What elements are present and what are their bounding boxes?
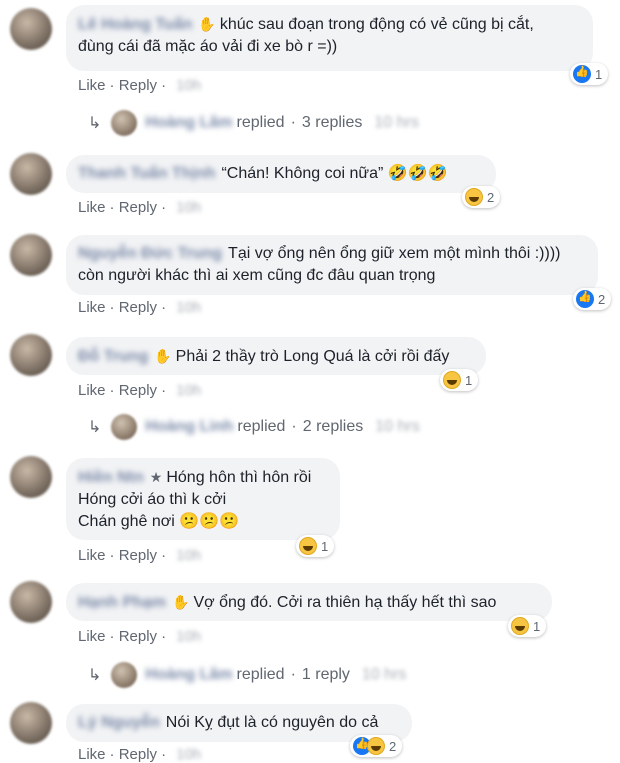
like-link[interactable]: Like bbox=[78, 299, 106, 316]
comment-text: Hóng cởi áo thì k cởi bbox=[78, 491, 227, 508]
avatar bbox=[111, 662, 138, 688]
comment-text: Nói Kỵ đụt là có nguyên do cả bbox=[165, 714, 379, 731]
timestamp[interactable]: 10h bbox=[176, 382, 201, 399]
reply-link[interactable]: Reply bbox=[119, 382, 157, 399]
comment-bubble: Nguyễn Đức Trung Tại vợ ổng nên ổng giữ x… bbox=[66, 235, 598, 295]
comment-text: đùng cái đã mặc áo vải đi xe bò r =)) bbox=[78, 38, 338, 55]
timestamp: 10 hrs bbox=[375, 418, 420, 435]
commenter-name[interactable]: Lê Hoàng Tuấn bbox=[78, 14, 192, 36]
haha-reaction-icon bbox=[465, 188, 483, 206]
reaction-count[interactable]: 1 bbox=[440, 369, 479, 391]
like-link[interactable]: Like bbox=[78, 382, 106, 399]
commenter-name[interactable]: Lý Nguyễn bbox=[78, 712, 160, 734]
comment-actions: Like · Reply · 10h bbox=[78, 299, 202, 316]
timestamp: 10 hrs bbox=[374, 114, 419, 131]
comment-actions: Like · Reply · 10h bbox=[78, 628, 202, 645]
reply-link[interactable]: Reply bbox=[119, 547, 157, 564]
comment-actions: Like · Reply · 10h bbox=[78, 382, 202, 399]
avatar[interactable] bbox=[10, 153, 52, 195]
comment-bubble: Lê Hoàng Tuấn ✋ khúc sau đoạn trong động c… bbox=[66, 5, 593, 71]
like-link[interactable]: Like bbox=[78, 199, 106, 216]
timestamp[interactable]: 10h bbox=[176, 628, 201, 645]
like-link[interactable]: Like bbox=[78, 628, 106, 645]
avatar[interactable] bbox=[10, 234, 52, 276]
reaction-count[interactable]: 1 bbox=[508, 615, 547, 637]
reply-arrow-icon: ↳ bbox=[88, 419, 102, 436]
comment-text: khúc sau đoạn trong động có vẻ cũng bị c… bbox=[219, 16, 534, 33]
reply-link[interactable]: Reply bbox=[119, 746, 157, 763]
comment-text: Phải 2 thầy trò Long Quá là cởi rồi đấy bbox=[175, 348, 450, 365]
reaction-count[interactable]: 2 bbox=[573, 288, 612, 310]
commenter-name[interactable]: Hạnh Phạm bbox=[78, 592, 166, 614]
replier-name: Hoàng Lâm bbox=[145, 666, 233, 683]
reply-arrow-icon: ↳ bbox=[88, 667, 102, 684]
avatar[interactable] bbox=[10, 8, 52, 50]
reply-count: 1 reply bbox=[301, 666, 350, 683]
comment-text: “Chán! Không coi nữa” 🤣🤣🤣 bbox=[221, 165, 448, 182]
avatar[interactable] bbox=[10, 702, 52, 744]
replies-row[interactable]: ↳ Hoàng Lâm replied · 1 reply 10 hrs bbox=[88, 662, 406, 688]
comment-actions: Like · Reply · 10h bbox=[78, 746, 202, 763]
replier-name: Hoàng Lâm bbox=[145, 114, 233, 131]
reply-link[interactable]: Reply bbox=[119, 628, 157, 645]
timestamp[interactable]: 10h bbox=[176, 199, 201, 216]
avatar[interactable] bbox=[10, 334, 52, 376]
haha-reaction-icon bbox=[443, 371, 461, 389]
replied-label: replied bbox=[236, 114, 285, 131]
comment-bubble: Hiền Ntn ★ Hóng hôn thì hôn rồi Hóng cởi á… bbox=[66, 458, 340, 540]
like-link[interactable]: Like bbox=[78, 547, 106, 564]
avatar[interactable] bbox=[10, 456, 52, 498]
replies-row[interactable]: ↳ Hoàng Linh replied · 2 replies 10 hrs bbox=[88, 414, 420, 440]
comment-text: Vợ ổng đó. Cởi ra thiên hạ thấy hết thì … bbox=[193, 594, 497, 611]
timestamp[interactable]: 10h bbox=[176, 547, 201, 564]
comment-actions: Like · Reply · 10h bbox=[78, 199, 202, 216]
haha-reaction-icon bbox=[511, 617, 529, 635]
reply-arrow-icon: ↳ bbox=[88, 115, 102, 132]
reply-count: 3 replies bbox=[301, 114, 363, 131]
haha-reaction-icon bbox=[367, 737, 385, 755]
reply-link[interactable]: Reply bbox=[119, 199, 157, 216]
commenter-name[interactable]: Hiền Ntn bbox=[78, 467, 144, 489]
reaction-count[interactable]: 1 bbox=[570, 63, 609, 85]
reply-link[interactable]: Reply bbox=[119, 299, 157, 316]
reaction-count[interactable]: 2 bbox=[462, 186, 501, 208]
wave-icon: ✋ bbox=[198, 16, 216, 32]
wave-icon: ✋ bbox=[172, 594, 190, 610]
reaction-count[interactable]: 1 bbox=[296, 535, 335, 557]
commenter-name[interactable]: Đỗ Trung bbox=[78, 346, 148, 368]
comment-bubble: Hạnh Phạm ✋ Vợ ổng đó. Cởi ra thiên hạ thấ… bbox=[66, 583, 552, 621]
wave-icon: ✋ bbox=[154, 348, 172, 364]
reply-link[interactable]: Reply bbox=[119, 77, 157, 94]
replier-name: Hoàng Linh bbox=[145, 418, 234, 435]
commenter-name[interactable]: Thanh Tuấn Thịnh bbox=[78, 163, 215, 185]
comment-bubble: Đỗ Trung ✋ Phải 2 thầy trò Long Quá là cởi… bbox=[66, 337, 486, 375]
replies-row[interactable]: ↳ Hoàng Lâm replied · 3 replies 10 hrs bbox=[88, 110, 419, 136]
like-link[interactable]: Like bbox=[78, 746, 106, 763]
avatar bbox=[111, 110, 138, 136]
comment-actions: Like · Reply · 10h bbox=[78, 547, 202, 564]
replied-label: replied bbox=[236, 666, 285, 683]
timestamp[interactable]: 10h bbox=[176, 299, 201, 316]
comment-text: Tại vợ ổng nên ổng giữ xem một mình thôi… bbox=[228, 245, 561, 262]
timestamp[interactable]: 10h bbox=[176, 746, 201, 763]
timestamp: 10 hrs bbox=[361, 666, 407, 683]
like-reaction-icon bbox=[576, 290, 594, 308]
commenter-name[interactable]: Nguyễn Đức Trung bbox=[78, 243, 222, 265]
comment-bubble: Thanh Tuấn Thịnh “Chán! Không coi nữa” 🤣🤣… bbox=[66, 155, 496, 193]
timestamp[interactable]: 10h bbox=[176, 77, 201, 94]
avatar bbox=[111, 414, 138, 440]
comment-text: Hóng hôn thì hôn rồi bbox=[166, 469, 312, 486]
avatar[interactable] bbox=[10, 581, 52, 623]
like-reaction-icon bbox=[573, 65, 591, 83]
haha-reaction-icon bbox=[299, 537, 317, 555]
comment-text: còn người khác thì ai xem cũng đc đâu qu… bbox=[78, 267, 436, 284]
reply-count: 2 replies bbox=[302, 418, 364, 435]
reaction-count[interactable]: 2 bbox=[350, 735, 403, 757]
replied-label: replied bbox=[237, 418, 286, 435]
comment-actions: Like · Reply · 10h bbox=[78, 77, 202, 94]
comment-text: Chán ghê nơi 😕😕😕 bbox=[78, 513, 239, 530]
like-link[interactable]: Like bbox=[78, 77, 106, 94]
star-icon: ★ bbox=[149, 469, 163, 485]
